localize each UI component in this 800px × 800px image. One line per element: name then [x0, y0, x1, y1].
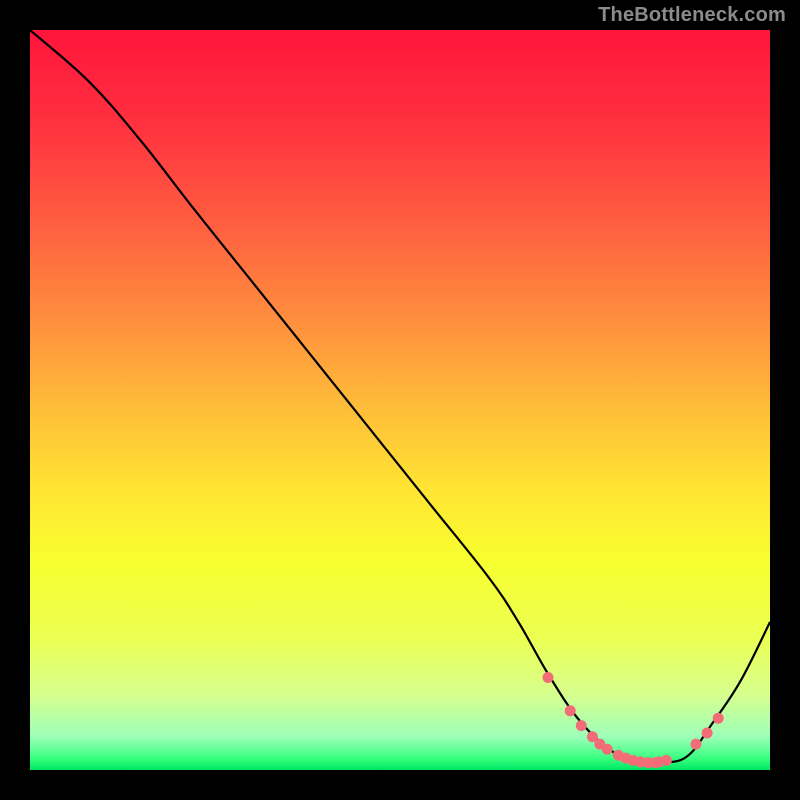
data-marker	[702, 728, 712, 738]
data-marker	[713, 713, 723, 723]
data-marker	[543, 673, 553, 683]
data-marker	[576, 721, 586, 731]
data-marker	[661, 755, 671, 765]
bottleneck-chart	[30, 30, 770, 770]
data-marker	[602, 744, 612, 754]
data-marker	[691, 739, 701, 749]
chart-svg	[30, 30, 770, 770]
attribution-text: TheBottleneck.com	[598, 4, 786, 27]
data-marker	[587, 732, 597, 742]
data-marker	[565, 706, 575, 716]
